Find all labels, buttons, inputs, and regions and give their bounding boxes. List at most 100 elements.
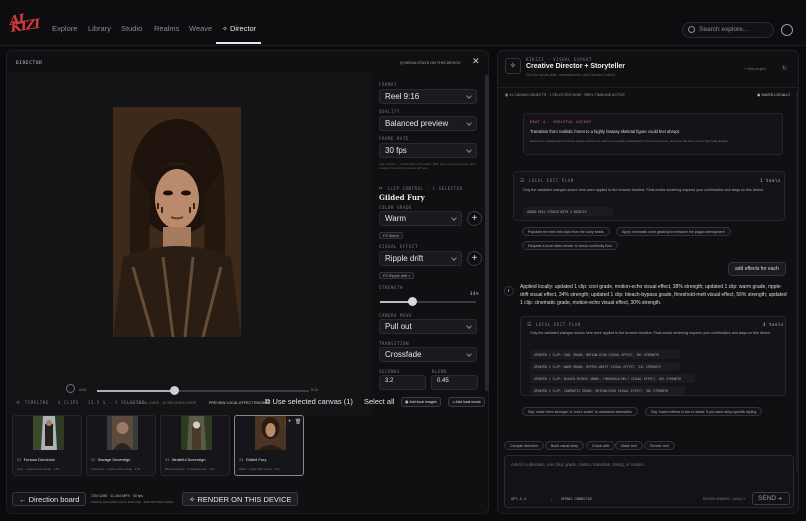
clip-subtitle: Warm · ripple-drift visual · 3.0s xyxy=(239,467,280,471)
chat-input-placeholder[interactable]: Ask for a direction, reel, blur, grade, … xyxy=(511,462,646,467)
timeline-clip-2[interactable]: 02 Savage Sovereign Cinematic · motion-e… xyxy=(86,415,156,476)
send-button[interactable]: SEND ➔ xyxy=(752,492,790,505)
media-stays-note: ◎ MEDIA STAYS ON THIS DEVICE xyxy=(400,60,461,65)
plan-title-text: LOCAL EDIT PLAN xyxy=(528,178,574,183)
header-divider xyxy=(498,87,798,88)
select-all-button[interactable]: Select all xyxy=(361,395,397,408)
chat-input-box[interactable]: Ask for a direction, reel, blur, grade, … xyxy=(504,455,794,508)
clip-title: 04 Gilded Fury xyxy=(239,457,267,462)
trash-icon[interactable]: 🗑 xyxy=(295,419,301,425)
quality-label: QUALITY xyxy=(379,109,401,114)
visual-effect-value: Ripple drift xyxy=(385,254,424,263)
nav-director[interactable]: ✧ Director xyxy=(222,24,256,33)
chevron-down-icon xyxy=(466,147,472,153)
plan-tools-count: 1 tools xyxy=(760,178,782,183)
chevron-down-icon xyxy=(466,93,472,99)
clip-title: 02 Savage Sovereign xyxy=(91,457,131,462)
camera-select[interactable]: Pull out xyxy=(379,319,477,334)
plan-text: Only the validated changes shown here we… xyxy=(530,331,772,335)
transition-label: TRANSITION xyxy=(379,341,410,346)
model-select[interactable]: GPT-5.4 xyxy=(511,497,526,501)
new-project-button[interactable]: + New project xyxy=(744,67,766,71)
suggestion-chip-2[interactable]: Apply cinematic color grading to enhance… xyxy=(616,227,731,236)
assistant-panel: ✧ KIKIZI · VISUAL EXPERT Creative Direct… xyxy=(497,50,799,514)
seconds-label: SECONDS xyxy=(379,369,401,374)
format-select[interactable]: Reel 9:16 xyxy=(379,89,477,104)
add-effect-button[interactable]: + xyxy=(467,251,482,266)
use-selected-canvas-button[interactable]: ⧉ Use selected canvas (1) xyxy=(262,395,356,409)
framerate-select[interactable]: 30 fps xyxy=(379,143,477,158)
edit-plan-card-1: ☰ LOCAL EDIT PLAN 1 tools Only the valid… xyxy=(513,171,785,221)
scrubber-handle[interactable] xyxy=(170,386,179,395)
chat-scrollbar[interactable] xyxy=(796,91,798,471)
plan-title: ☰ LOCAL EDIT PLAN xyxy=(527,322,581,328)
blend-input[interactable]: 0.45 xyxy=(431,375,478,390)
add-grade-button[interactable]: + xyxy=(467,211,482,226)
search-box[interactable]: Search explore... xyxy=(682,22,774,38)
assistant-title: Creative Director + Storyteller xyxy=(526,63,626,70)
history-icon[interactable]: ↻ xyxy=(782,65,787,72)
add-clip-icon[interactable]: + xyxy=(288,419,292,425)
suggestion-chip-5[interactable]: Say 'match effects to the re-beats' if y… xyxy=(645,407,763,416)
chevron-down-icon xyxy=(466,351,472,357)
close-icon[interactable]: ✕ xyxy=(472,56,480,67)
suggestion-chip-3[interactable]: Request a local video render to check co… xyxy=(522,241,618,250)
user-avatar-icon[interactable] xyxy=(781,24,793,36)
user-message: add effects for each xyxy=(728,262,786,276)
render-button-label: RENDER ON THIS DEVICE xyxy=(197,495,292,504)
new-project-label: New project xyxy=(747,67,767,71)
nav-director-label: Director xyxy=(229,24,257,33)
add-local-music-button[interactable]: ♫ Add local music xyxy=(448,397,485,407)
quick-check-drift[interactable]: Check drift xyxy=(586,441,616,450)
portrait-illustration xyxy=(113,107,241,337)
direction-board-button[interactable]: ← Direction board xyxy=(12,492,87,506)
assistant-subtitle: Give the canvas stats · streamlines the … xyxy=(526,73,615,77)
quick-compile-direction[interactable]: Compile direction xyxy=(504,441,544,450)
plan-line: UPDATED 1 CLIP: CINEMATIC GRADE, MOTION-… xyxy=(534,389,669,393)
format-value: Reel 9:16 xyxy=(385,92,420,101)
app-logo[interactable]: AI KIZI xyxy=(9,12,41,36)
strength-handle[interactable] xyxy=(408,297,418,306)
clip-thumbnail xyxy=(107,416,138,450)
suggestion-chip-1[interactable]: Populate the reel with clips from the st… xyxy=(522,227,610,236)
assistant-reply-icon: ◐ xyxy=(504,286,514,296)
seconds-input[interactable]: 3.2 xyxy=(379,375,426,390)
clip-title: 03 Wrathful Sovereign xyxy=(165,457,206,462)
chevron-down-icon xyxy=(451,215,457,221)
visual-effect-select[interactable]: Ripple drift xyxy=(379,251,462,266)
nav-weave[interactable]: Weave xyxy=(189,24,212,33)
color-grade-value: Warm xyxy=(385,214,407,223)
clip-subtitle: Bleach-bypass · threshold-melt · 3.5s xyxy=(165,467,215,471)
nav-explore[interactable]: Explore xyxy=(52,24,77,33)
render-on-device-button[interactable]: ✧ RENDER ON THIS DEVICE xyxy=(182,492,299,506)
effect-chip: FX Ripple drift × xyxy=(379,272,415,279)
quality-select[interactable]: Balanced preview xyxy=(379,116,477,131)
use-canvas-label: Use selected canvas (1) xyxy=(272,397,353,406)
timeline-clip-4[interactable]: ⋮ + 🗑 04 Gilded Fury Warm · ripple-drift… xyxy=(234,415,304,476)
visual-effect-label: VISUAL EFFECT xyxy=(379,244,419,249)
nav-realms[interactable]: Realms xyxy=(154,24,179,33)
settings-hint: Clip controls — visual effects will soft… xyxy=(379,162,475,170)
arrow-left-icon: ← xyxy=(19,495,29,504)
timeline-clip-1[interactable]: 01 Furious Dominion Cool · motion-echo v… xyxy=(12,415,82,476)
color-grade-select[interactable]: Warm xyxy=(379,211,462,226)
quick-build-visual-story[interactable]: Build visual story xyxy=(545,441,584,450)
remove-chip-icon[interactable]: × xyxy=(408,274,410,278)
controls-scrollbar[interactable] xyxy=(485,75,489,391)
quick-render-reel[interactable]: Render reel xyxy=(644,441,675,450)
timeline-clip-3[interactable]: 03 Wrathful Sovereign Bleach-bypass · th… xyxy=(160,415,230,476)
grade-chip: FX Warm xyxy=(379,232,403,239)
timeline-label-text: TIMELINE · 4 CLIPS · 13.5 S · 1 SELECTED xyxy=(24,400,146,405)
nav-library[interactable]: Library xyxy=(88,24,111,33)
add-images-label: Add local images xyxy=(409,400,437,404)
suggestion-chip-4[interactable]: Say 'make them stronger' or 'more subtle… xyxy=(522,407,638,416)
saved-locally-text: SAVED LOCALLY xyxy=(761,93,791,97)
play-icon[interactable] xyxy=(66,384,75,393)
saved-locally-badge: ▣ SAVED LOCALLY xyxy=(757,93,790,97)
nav-studio[interactable]: Studio xyxy=(121,24,142,33)
clip-control-text: CLIP CONTROL · 1 SELECTED xyxy=(387,186,463,191)
add-local-images-button[interactable]: ▣ Add local images xyxy=(401,397,441,407)
transition-select[interactable]: Crossfade xyxy=(379,347,477,362)
chevron-down-icon[interactable]: ⌄ xyxy=(550,496,553,501)
quick-make-reel[interactable]: Make reel xyxy=(615,441,643,450)
